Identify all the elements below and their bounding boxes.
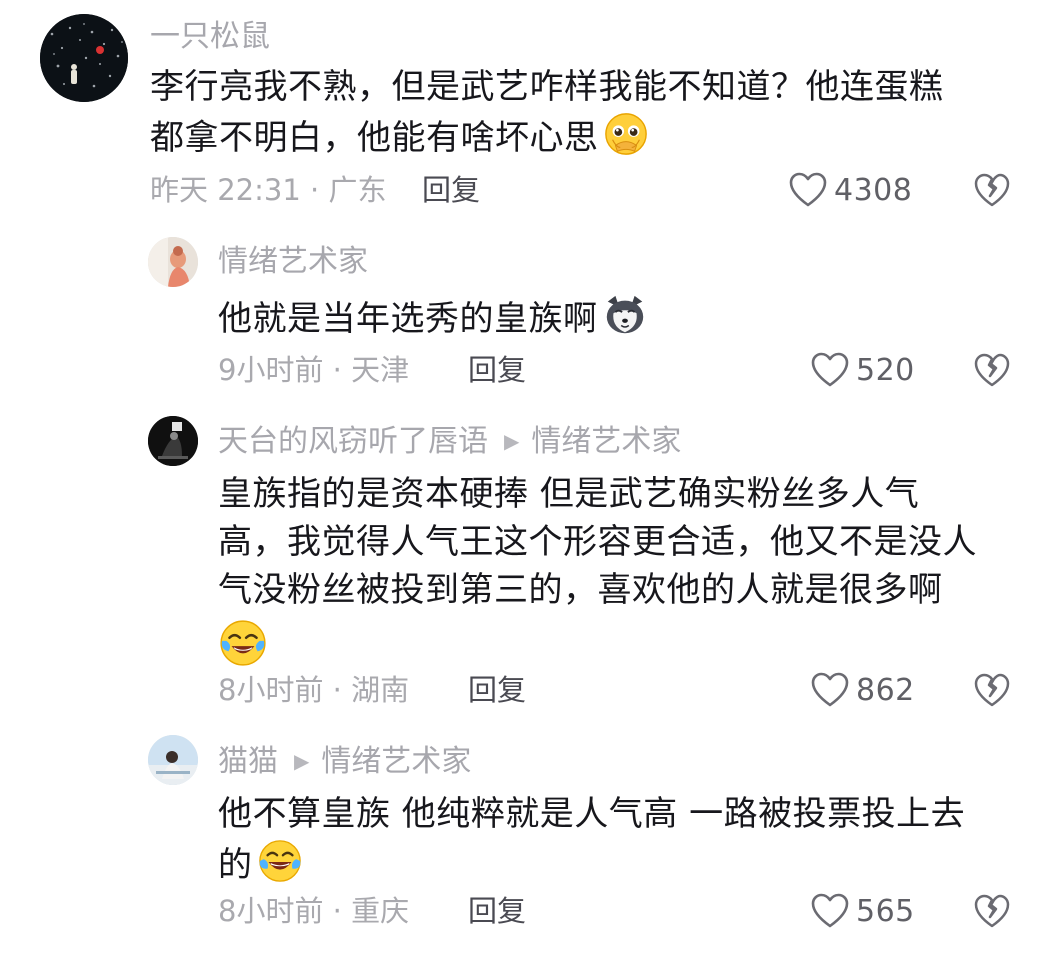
husky-dog-icon [606,295,643,334]
comment-text-line: 气没粉丝被投到第三的，喜欢他的人就是很多啊 [218,570,943,610]
username: 天台的风窃听了唇语 ▶ 情绪艺术家 [218,421,681,462]
dislike-button[interactable] [973,892,1011,930]
comment-text: 李行亮我不熟，但是武艺咋样我能不知道？他连蛋糕 都拿不明白，他能有啥坏心思 [150,63,1010,162]
heart-icon [811,352,849,387]
like-count: 520 [856,352,915,388]
username[interactable]: 一只松鼠 [150,17,270,57]
comment-text-line: 李行亮我不熟，但是武艺咋样我能不知道？他连蛋糕 [150,67,944,107]
comment-text: 他不算皇族 他纯粹就是人气高 一路被投票投上去 的 [218,790,1038,889]
comment-text-line: 高，我觉得人气王这个形容更合适，他又不是没人 [218,522,977,562]
heart-icon [789,172,827,207]
like-button[interactable]: 565 [810,891,915,931]
dislike-button[interactable] [973,671,1011,709]
comment-meta: 9小时前 · 天津 [218,353,410,387]
reply-arrow-icon: ▶ [294,749,310,773]
comment-meta: 8小时前 · 重庆 [218,894,410,928]
comment-text-line: 他就是当年选秀的皇族啊 [218,299,598,339]
reply-button[interactable]: 回复 [422,170,480,210]
like-count: 565 [856,893,915,929]
broken-heart-icon [974,173,1010,207]
reply-arrow-icon: ▶ [504,429,520,453]
reply-target[interactable]: 情绪艺术家 [531,424,681,459]
reply-author[interactable]: 天台的风窃听了唇语 [218,424,488,459]
avatar-image [148,237,198,287]
comment-text-line: 的 [218,845,253,885]
avatar-image [148,735,198,785]
like-button[interactable]: 520 [810,350,915,390]
reply-button[interactable]: 回复 [468,350,526,390]
dislike-button[interactable] [973,351,1011,389]
reply-target[interactable]: 情绪艺术家 [321,744,471,779]
avatar-image [148,416,198,466]
avatar[interactable] [148,416,198,466]
comment-text-line: 皇族指的是资本硬捧 但是武艺确实粉丝多人气 [218,474,920,514]
comment-meta: 昨天 22:31 · 广东 [150,173,387,207]
like-button[interactable]: 862 [810,670,915,710]
broken-heart-icon [974,673,1010,707]
laughing-tears-icon [258,840,301,882]
crying-laughing-icon [220,620,266,666]
broken-heart-icon [974,353,1010,387]
comment-meta: 8小时前 · 湖南 [218,673,410,707]
heart-icon [811,672,849,707]
like-count: 862 [856,672,915,708]
avatar[interactable] [148,237,198,287]
comment-text-line: 都拿不明白，他能有啥坏心思 [150,118,599,158]
comment-text: 他就是当年选秀的皇族啊 [218,292,1018,343]
avatar-image [40,14,128,102]
pleading-face-icon [604,113,647,155]
like-count: 4308 [834,172,913,208]
like-button[interactable]: 4308 [788,170,912,210]
avatar[interactable] [148,735,198,785]
reply-button[interactable]: 回复 [468,670,526,710]
comment-text: 皇族指的是资本硬捧 但是武艺确实粉丝多人气 高，我觉得人气王这个形容更合适，他又… [218,470,1038,668]
reply-author[interactable]: 猫猫 [218,744,278,779]
avatar[interactable] [40,14,128,102]
broken-heart-icon [974,894,1010,928]
reply-button[interactable]: 回复 [468,891,526,931]
comment-list: 一只松鼠 李行亮我不熟，但是武艺咋样我能不知道？他连蛋糕 都拿不明白，他能有啥坏… [0,0,1053,960]
dislike-button[interactable] [973,171,1011,209]
username[interactable]: 情绪艺术家 [218,242,368,282]
username: 猫猫 ▶ 情绪艺术家 [218,741,471,782]
comment-text-line: 他不算皇族 他纯粹就是人气高 一路被投票投上去 [218,794,966,834]
heart-icon [811,893,849,928]
